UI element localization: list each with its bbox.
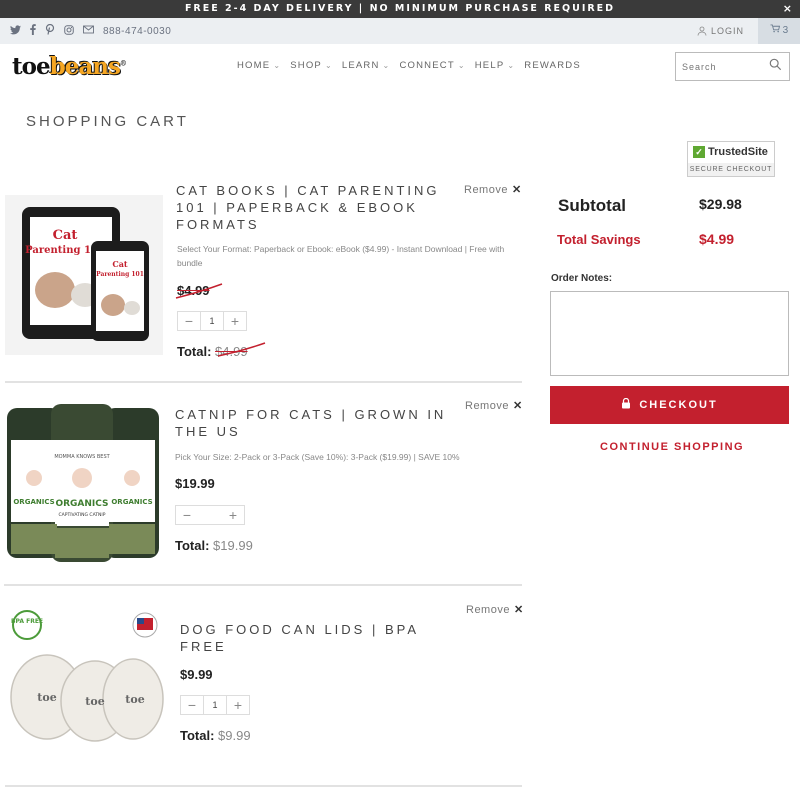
svg-text:toe: toe (85, 695, 104, 708)
user-icon (697, 26, 707, 36)
lock-icon (622, 397, 631, 409)
close-icon: ✕ (511, 184, 522, 196)
nav-item-help[interactable]: HELP ⌄ (475, 60, 516, 71)
svg-text:Parenting 101: Parenting 101 (96, 271, 144, 278)
remove-button[interactable]: Remove ✕ (465, 399, 523, 412)
decrease-button[interactable]: − (181, 697, 203, 713)
catnip-top: MOMMA KNOWS BEST (54, 454, 110, 460)
item-divider (4, 584, 522, 586)
svg-text:ORGANICS: ORGANICS (111, 498, 152, 506)
utility-bar: 888-474-0030 LOGIN 3 (0, 18, 800, 44)
trust-name: TrustedSite (708, 146, 768, 158)
item-price: $9.99 (180, 667, 213, 682)
item-title[interactable]: CAT BOOKS | CAT PARENTING 101 | PAPERBAC… (176, 182, 446, 233)
item-total: Total: $4.99 (177, 344, 248, 359)
continue-shopping-link[interactable]: CONTINUE SHOPPING (600, 441, 744, 453)
quantity-input[interactable]: 1 (200, 312, 224, 330)
logo-mark: ® (119, 58, 127, 68)
remove-button[interactable]: Remove ✕ (466, 603, 524, 616)
svg-text:toe: toe (125, 693, 144, 706)
item-title[interactable]: CATNIP FOR CATS | GROWN IN THE US (175, 406, 450, 440)
svg-text:Cat: Cat (112, 259, 128, 269)
nav-item-learn[interactable]: LEARN ⌄ (342, 60, 391, 71)
subtotal-value: $29.98 (699, 196, 742, 212)
quantity-stepper: − 1 + (177, 311, 247, 331)
phone-number[interactable]: 888-474-0030 (103, 26, 171, 37)
subtotal-label: Subtotal (558, 196, 626, 215)
quantity-input[interactable]: 1 (203, 696, 227, 714)
item-divider (5, 381, 522, 383)
search-box (675, 52, 790, 81)
catnip-sub: CAPTIVATING CATNIP (59, 512, 106, 518)
item-title[interactable]: DOG FOOD CAN LIDS | BPA FREE (180, 621, 450, 655)
close-icon: ✕ (513, 604, 524, 616)
increase-button[interactable]: + (222, 507, 244, 523)
chevron-down-icon: ⌄ (273, 61, 282, 70)
product-image-book[interactable]: Cat Parenting 101 Cat Parenting 101 (5, 195, 163, 355)
item-variant: Pick Your Size: 2-Pack or 3-Pack (Save 1… (175, 452, 460, 462)
bpa-badge: BPA FREE (11, 618, 43, 625)
email-icon[interactable] (83, 25, 94, 37)
savings-label: Total Savings (557, 232, 641, 247)
instagram-icon[interactable] (64, 24, 74, 38)
nav-item-shop[interactable]: SHOP ⌄ (290, 60, 333, 71)
chevron-down-icon: ⌄ (382, 61, 391, 70)
increase-button[interactable]: + (224, 313, 246, 329)
logo-toe: toe (12, 53, 51, 80)
twitter-icon[interactable] (10, 24, 21, 38)
svg-text:ORGANICS: ORGANICS (13, 498, 54, 506)
remove-button[interactable]: Remove ✕ (464, 183, 522, 196)
checkout-label: CHECKOUT (639, 399, 718, 411)
trusted-site-badge[interactable]: ✓ TrustedSite SECURE CHECKOUT (687, 141, 775, 177)
item-total: Total: $19.99 (175, 538, 253, 553)
increase-button[interactable]: + (227, 697, 249, 713)
login-label: LOGIN (710, 26, 744, 36)
cart-icon (770, 24, 780, 33)
login-link[interactable]: LOGIN (697, 18, 744, 44)
item-price: $4.99 (177, 283, 210, 298)
catnip-brand: ORGANICS (55, 499, 108, 509)
search-input[interactable] (676, 53, 766, 80)
page-title: SHOPPING CART (26, 113, 189, 130)
main-nav: HOME ⌄ SHOP ⌄ LEARN ⌄ CONNECT ⌄ HELP ⌄ REWARD… (237, 60, 581, 71)
item-variant: Select Your Format: Paperback or Ebook: … (177, 244, 505, 268)
book-title-line1: Cat (53, 228, 78, 243)
product-image-can-lids[interactable]: BPA FREE toe toe toe (5, 605, 165, 745)
search-icon[interactable] (769, 58, 782, 74)
quantity-stepper: − 1 + (180, 695, 250, 715)
decrease-button[interactable]: − (178, 313, 200, 329)
facebook-icon[interactable] (30, 24, 36, 38)
quantity-stepper: − + (175, 505, 245, 525)
trust-sub: SECURE CHECKOUT (688, 163, 774, 176)
announcement-text: FREE 2-4 DAY DELIVERY | NO MINIMUM PURCH… (184, 3, 616, 14)
nav-item-connect[interactable]: CONNECT ⌄ (399, 60, 465, 71)
announcement-bar: FREE 2-4 DAY DELIVERY | NO MINIMUM PURCH… (0, 0, 800, 18)
check-icon: ✓ (693, 146, 705, 158)
svg-text:toe: toe (37, 691, 56, 704)
chevron-down-icon: ⌄ (457, 61, 466, 70)
savings-value: $4.99 (699, 231, 735, 247)
logo-beans: beans (49, 53, 121, 80)
social-links: 888-474-0030 (10, 18, 171, 44)
nav-item-rewards[interactable]: REWARDS (524, 60, 581, 71)
order-notes-field[interactable] (550, 291, 789, 376)
pinterest-icon[interactable] (45, 23, 55, 38)
close-icon: ✕ (512, 400, 523, 412)
item-divider (5, 785, 522, 787)
chevron-down-icon: ⌄ (507, 61, 516, 70)
item-total: Total: $9.99 (180, 728, 251, 743)
decrease-button[interactable]: − (176, 507, 198, 523)
nav-item-home[interactable]: HOME ⌄ (237, 60, 281, 71)
order-notes-label: Order Notes: (551, 273, 613, 284)
close-icon[interactable]: × (783, 0, 792, 18)
item-price: $19.99 (175, 476, 215, 491)
checkout-button[interactable]: CHECKOUT (550, 386, 789, 424)
site-logo[interactable]: toebeans® (12, 53, 127, 80)
chevron-down-icon: ⌄ (324, 61, 333, 70)
cart-count: 3 (782, 25, 789, 36)
product-image-catnip[interactable]: MOMMA KNOWS BEST ORGANICS CAPTIVATING CA… (5, 400, 162, 567)
cart-button[interactable]: 3 (758, 18, 800, 44)
